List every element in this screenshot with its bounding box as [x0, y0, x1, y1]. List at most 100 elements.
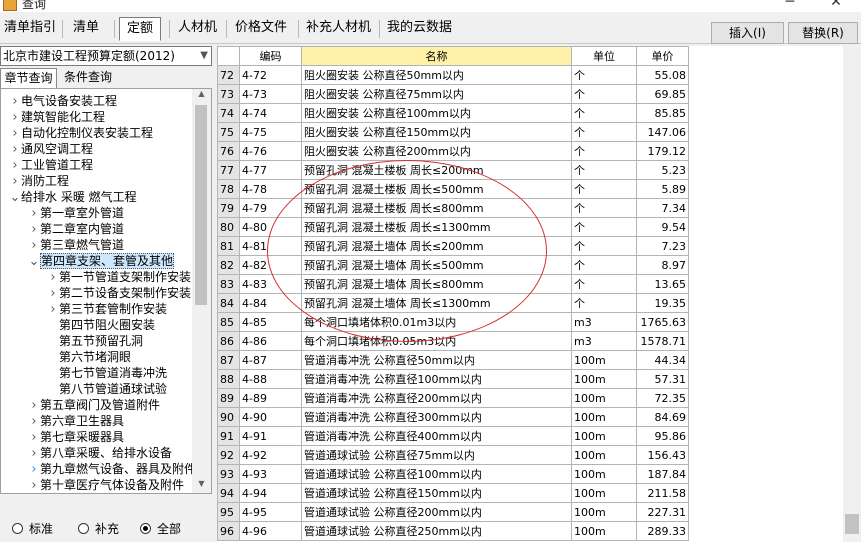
chevron-right-icon[interactable]: ›: [28, 462, 40, 478]
tab-divider: [226, 20, 227, 38]
row-price: 44.34: [636, 350, 689, 370]
header-unit[interactable]: 单位: [571, 46, 637, 66]
chevron-right-icon[interactable]: ›: [28, 238, 40, 254]
grid-scrollbar-thumb[interactable]: [845, 514, 859, 534]
row-code: 4-74: [239, 103, 302, 123]
tree-node[interactable]: › 电气设备安装工程: [9, 93, 117, 109]
chevron-right-icon[interactable]: ›: [9, 94, 21, 110]
table-row[interactable]: 92 4-92 管道通球试验 公称直径75mm以内 100m 156.43: [217, 445, 689, 465]
chevron-right-icon[interactable]: ›: [28, 222, 40, 238]
chevron-right-icon[interactable]: ›: [9, 174, 21, 190]
table-row[interactable]: 94 4-94 管道通球试验 公称直径150mm以内 100m 211.58: [217, 483, 689, 503]
minimize-icon[interactable]: ─: [767, 0, 813, 12]
tab-bill[interactable]: 清单: [66, 17, 106, 41]
tree-node[interactable]: › 第三章燃气管道: [28, 237, 124, 253]
table-row[interactable]: 74 4-74 阻火圈安装 公称直径100mm以内个 85.85: [217, 103, 689, 123]
table-row[interactable]: 88 4-88 管道消毒冲洗 公称直径100mm以内 100m 57.31: [217, 369, 689, 389]
tab-list-guide[interactable]: 清单指引: [0, 17, 56, 41]
tree-node[interactable]: › 建筑智能化工程: [9, 109, 105, 125]
table-row[interactable]: 72 4-72 阻火圈安装 公称直径50mm以内个 55.08: [217, 65, 689, 85]
chevron-right-icon[interactable]: ›: [9, 142, 21, 158]
row-number: 86: [217, 331, 240, 351]
radio-all[interactable]: 全部: [140, 520, 181, 537]
row-code: 4-92: [239, 445, 302, 465]
tree-node[interactable]: ⌄ 第四章支架、套管及其他: [28, 253, 175, 270]
tree-node[interactable]: › 第一节管道支架制作安装: [47, 269, 191, 285]
scroll-down-icon[interactable]: ▼: [192, 479, 211, 493]
tree-node[interactable]: › 第二节设备支架制作安装: [47, 285, 191, 301]
tree-node[interactable]: › 第五章阀门及管道附件: [28, 397, 160, 413]
row-number: 78: [217, 179, 240, 199]
radio-standard[interactable]: 标准: [12, 520, 53, 537]
header-code[interactable]: 编码: [239, 46, 302, 66]
table-row[interactable]: 93 4-93 管道通球试验 公称直径100mm以内 100m 187.84: [217, 464, 689, 484]
table-row[interactable]: 75 4-75 阻火圈安装 公称直径150mm以内个 147.06: [217, 122, 689, 142]
tab-supplement[interactable]: 补充人材机: [302, 17, 372, 41]
close-icon[interactable]: ✕: [813, 0, 859, 12]
tree-node[interactable]: › 第九章燃气设备、器具及附件: [28, 461, 196, 477]
tree-node[interactable]: › 第十章医疗气体设备及附件: [28, 477, 184, 493]
tree-scrollbar[interactable]: ▲ ▼: [192, 89, 211, 493]
tree-node[interactable]: › 第三节套管制作安装: [47, 301, 167, 317]
table-row[interactable]: 96 4-96 管道通球试验 公称直径250mm以内 100m 289.33: [217, 521, 689, 541]
tree-node[interactable]: › 自动化控制仪表安装工程: [9, 125, 153, 141]
tree-node-label: 第六节堵洞眼: [59, 350, 132, 364]
insert-button[interactable]: 插入(I): [711, 22, 784, 44]
scroll-up-icon[interactable]: ▲: [192, 89, 211, 103]
tree-node[interactable]: 第八节管道通球试验: [47, 381, 167, 397]
chevron-right-icon[interactable]: ›: [9, 126, 21, 142]
chevron-right-icon[interactable]: ›: [28, 478, 40, 493]
tab-labor-material[interactable]: 人材机: [174, 17, 218, 41]
chevron-right-icon[interactable]: ›: [9, 158, 21, 174]
tree-node[interactable]: 第六节堵洞眼: [47, 349, 131, 365]
chevron-right-icon[interactable]: ›: [28, 398, 40, 414]
row-unit: 个: [571, 255, 637, 275]
tree-node[interactable]: 第七节管道消毒冲洗: [47, 365, 167, 381]
tree-node[interactable]: › 消防工程: [9, 173, 69, 189]
chevron-down-icon[interactable]: ⌄: [28, 254, 40, 270]
chevron-right-icon[interactable]: ›: [28, 206, 40, 222]
header-name[interactable]: 名称: [301, 46, 572, 66]
library-select[interactable]: 北京市建设工程预算定额(2012) ▼: [0, 46, 212, 66]
grid-scrollbar[interactable]: [843, 46, 861, 542]
chevron-right-icon[interactable]: ›: [9, 110, 21, 126]
table-row[interactable]: 87 4-87 管道消毒冲洗 公称直径50mm以内 100m 44.34: [217, 350, 689, 370]
table-row[interactable]: 73 4-73 阻火圈安装 公称直径75mm以内个 69.85: [217, 84, 689, 104]
tree-scrollbar-thumb[interactable]: [195, 105, 207, 305]
tree-node[interactable]: 第五节预留孔洞: [47, 333, 143, 349]
tree-node[interactable]: › 第七章采暖器具: [28, 429, 124, 445]
row-number: 96: [217, 521, 240, 541]
table-row[interactable]: 95 4-95 管道通球试验 公称直径200mm以内 100m 227.31: [217, 502, 689, 522]
chevron-right-icon[interactable]: ›: [28, 414, 40, 430]
tab-cloud-data[interactable]: 我的云数据: [383, 17, 455, 41]
chevron-right-icon[interactable]: ›: [28, 430, 40, 446]
replace-button[interactable]: 替换(R): [788, 22, 858, 44]
tree-node[interactable]: › 第二章室内管道: [28, 221, 124, 237]
tree-node-label: 第十章医疗气体设备及附件: [40, 478, 185, 492]
tree-node[interactable]: › 工业管道工程: [9, 157, 93, 173]
header-price[interactable]: 单价: [636, 46, 689, 66]
chevron-down-icon[interactable]: ⌄: [9, 190, 21, 206]
table-row[interactable]: 91 4-91 管道消毒冲洗 公称直径400mm以内 100m 95.86: [217, 426, 689, 446]
table-row[interactable]: 89 4-89 管道消毒冲洗 公称直径200mm以内 100m 72.35: [217, 388, 689, 408]
chevron-right-icon[interactable]: ›: [47, 302, 59, 318]
row-name: 管道通球试验 公称直径100mm以内: [301, 464, 572, 484]
tree-node[interactable]: › 第六章卫生器具: [28, 413, 124, 429]
tree-node[interactable]: 第四节阻火圈安装: [47, 317, 155, 333]
table-row[interactable]: 90 4-90 管道消毒冲洗 公称直径300mm以内 100m 84.69: [217, 407, 689, 427]
tree-node[interactable]: › 第一章室外管道: [28, 205, 124, 221]
tab-quota[interactable]: 定额: [119, 17, 161, 41]
subtab-chapter-query[interactable]: 章节查询: [0, 68, 57, 88]
table-row[interactable]: 76 4-76 阻火圈安装 公称直径200mm以内个 179.12: [217, 141, 689, 161]
tree-node[interactable]: ⌄给排水 采暖 燃气工程: [9, 189, 137, 205]
chevron-right-icon[interactable]: ›: [47, 270, 59, 286]
tree-node-label: 通风空调工程: [21, 142, 94, 156]
tab-price-file[interactable]: 价格文件: [231, 17, 291, 41]
chevron-right-icon[interactable]: ›: [28, 446, 40, 462]
subtab-condition-query[interactable]: 条件查询: [60, 68, 116, 88]
tree-node[interactable]: › 第八章采暖、给排水设备: [28, 445, 172, 461]
radio-supplement[interactable]: 补充: [78, 520, 119, 537]
chevron-right-icon[interactable]: ›: [47, 286, 59, 302]
tree-node[interactable]: › 通风空调工程: [9, 141, 93, 157]
row-number: 89: [217, 388, 240, 408]
